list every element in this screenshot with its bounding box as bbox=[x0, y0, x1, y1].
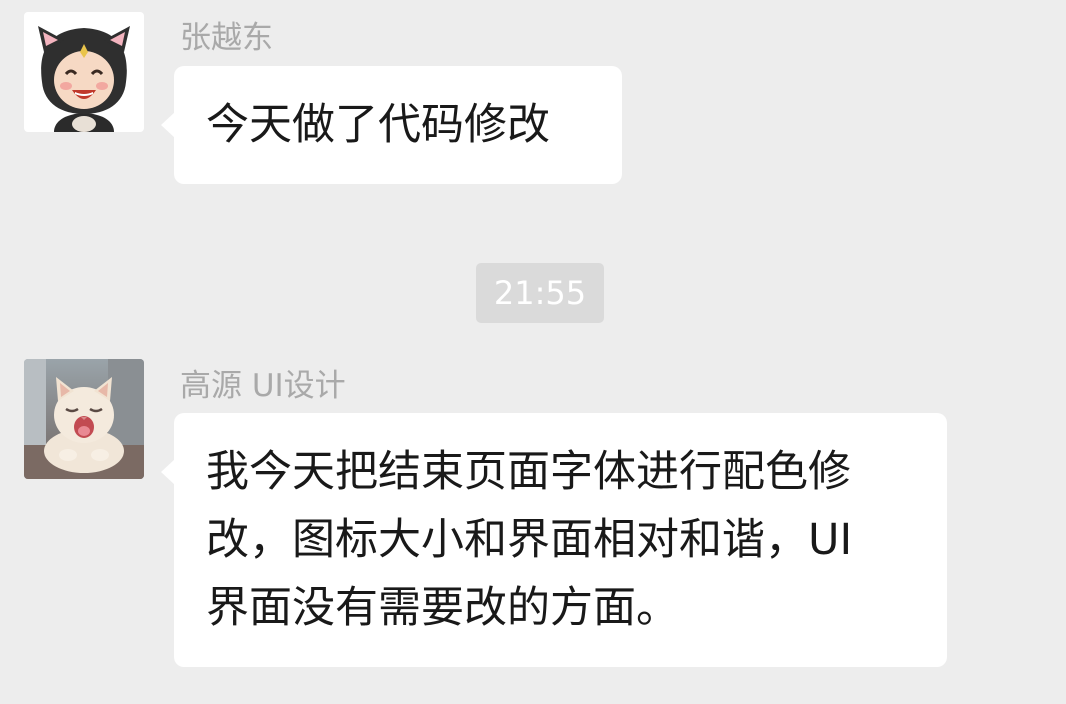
message-text-line-1: 我今天把结束页面字体进行配色修 bbox=[206, 447, 851, 497]
timestamp-label: 21:55 bbox=[476, 263, 604, 323]
avatar-zhang[interactable] bbox=[24, 12, 144, 132]
message-text: 今天做了代码修改 bbox=[206, 100, 550, 150]
cartoon-cat-hood-avatar-icon bbox=[24, 12, 144, 132]
avatar-gao[interactable] bbox=[24, 359, 144, 479]
message-bubble[interactable]: 今天做了代码修改 bbox=[161, 66, 622, 184]
message-text-line-3: 界面没有需要改的方面。 bbox=[206, 583, 679, 633]
message-bubble[interactable]: 我今天把结束页面字体进行配色修 改，图标大小和界面相对和谐，UI 界面没有需要改… bbox=[161, 413, 947, 667]
yawning-cat-photo-avatar-icon bbox=[24, 359, 144, 479]
sender-name: 高源 UI设计 bbox=[180, 368, 346, 404]
sender-name: 张越东 bbox=[180, 20, 273, 56]
message-text-line-2: 改，图标大小和界面相对和谐，UI bbox=[206, 515, 853, 565]
